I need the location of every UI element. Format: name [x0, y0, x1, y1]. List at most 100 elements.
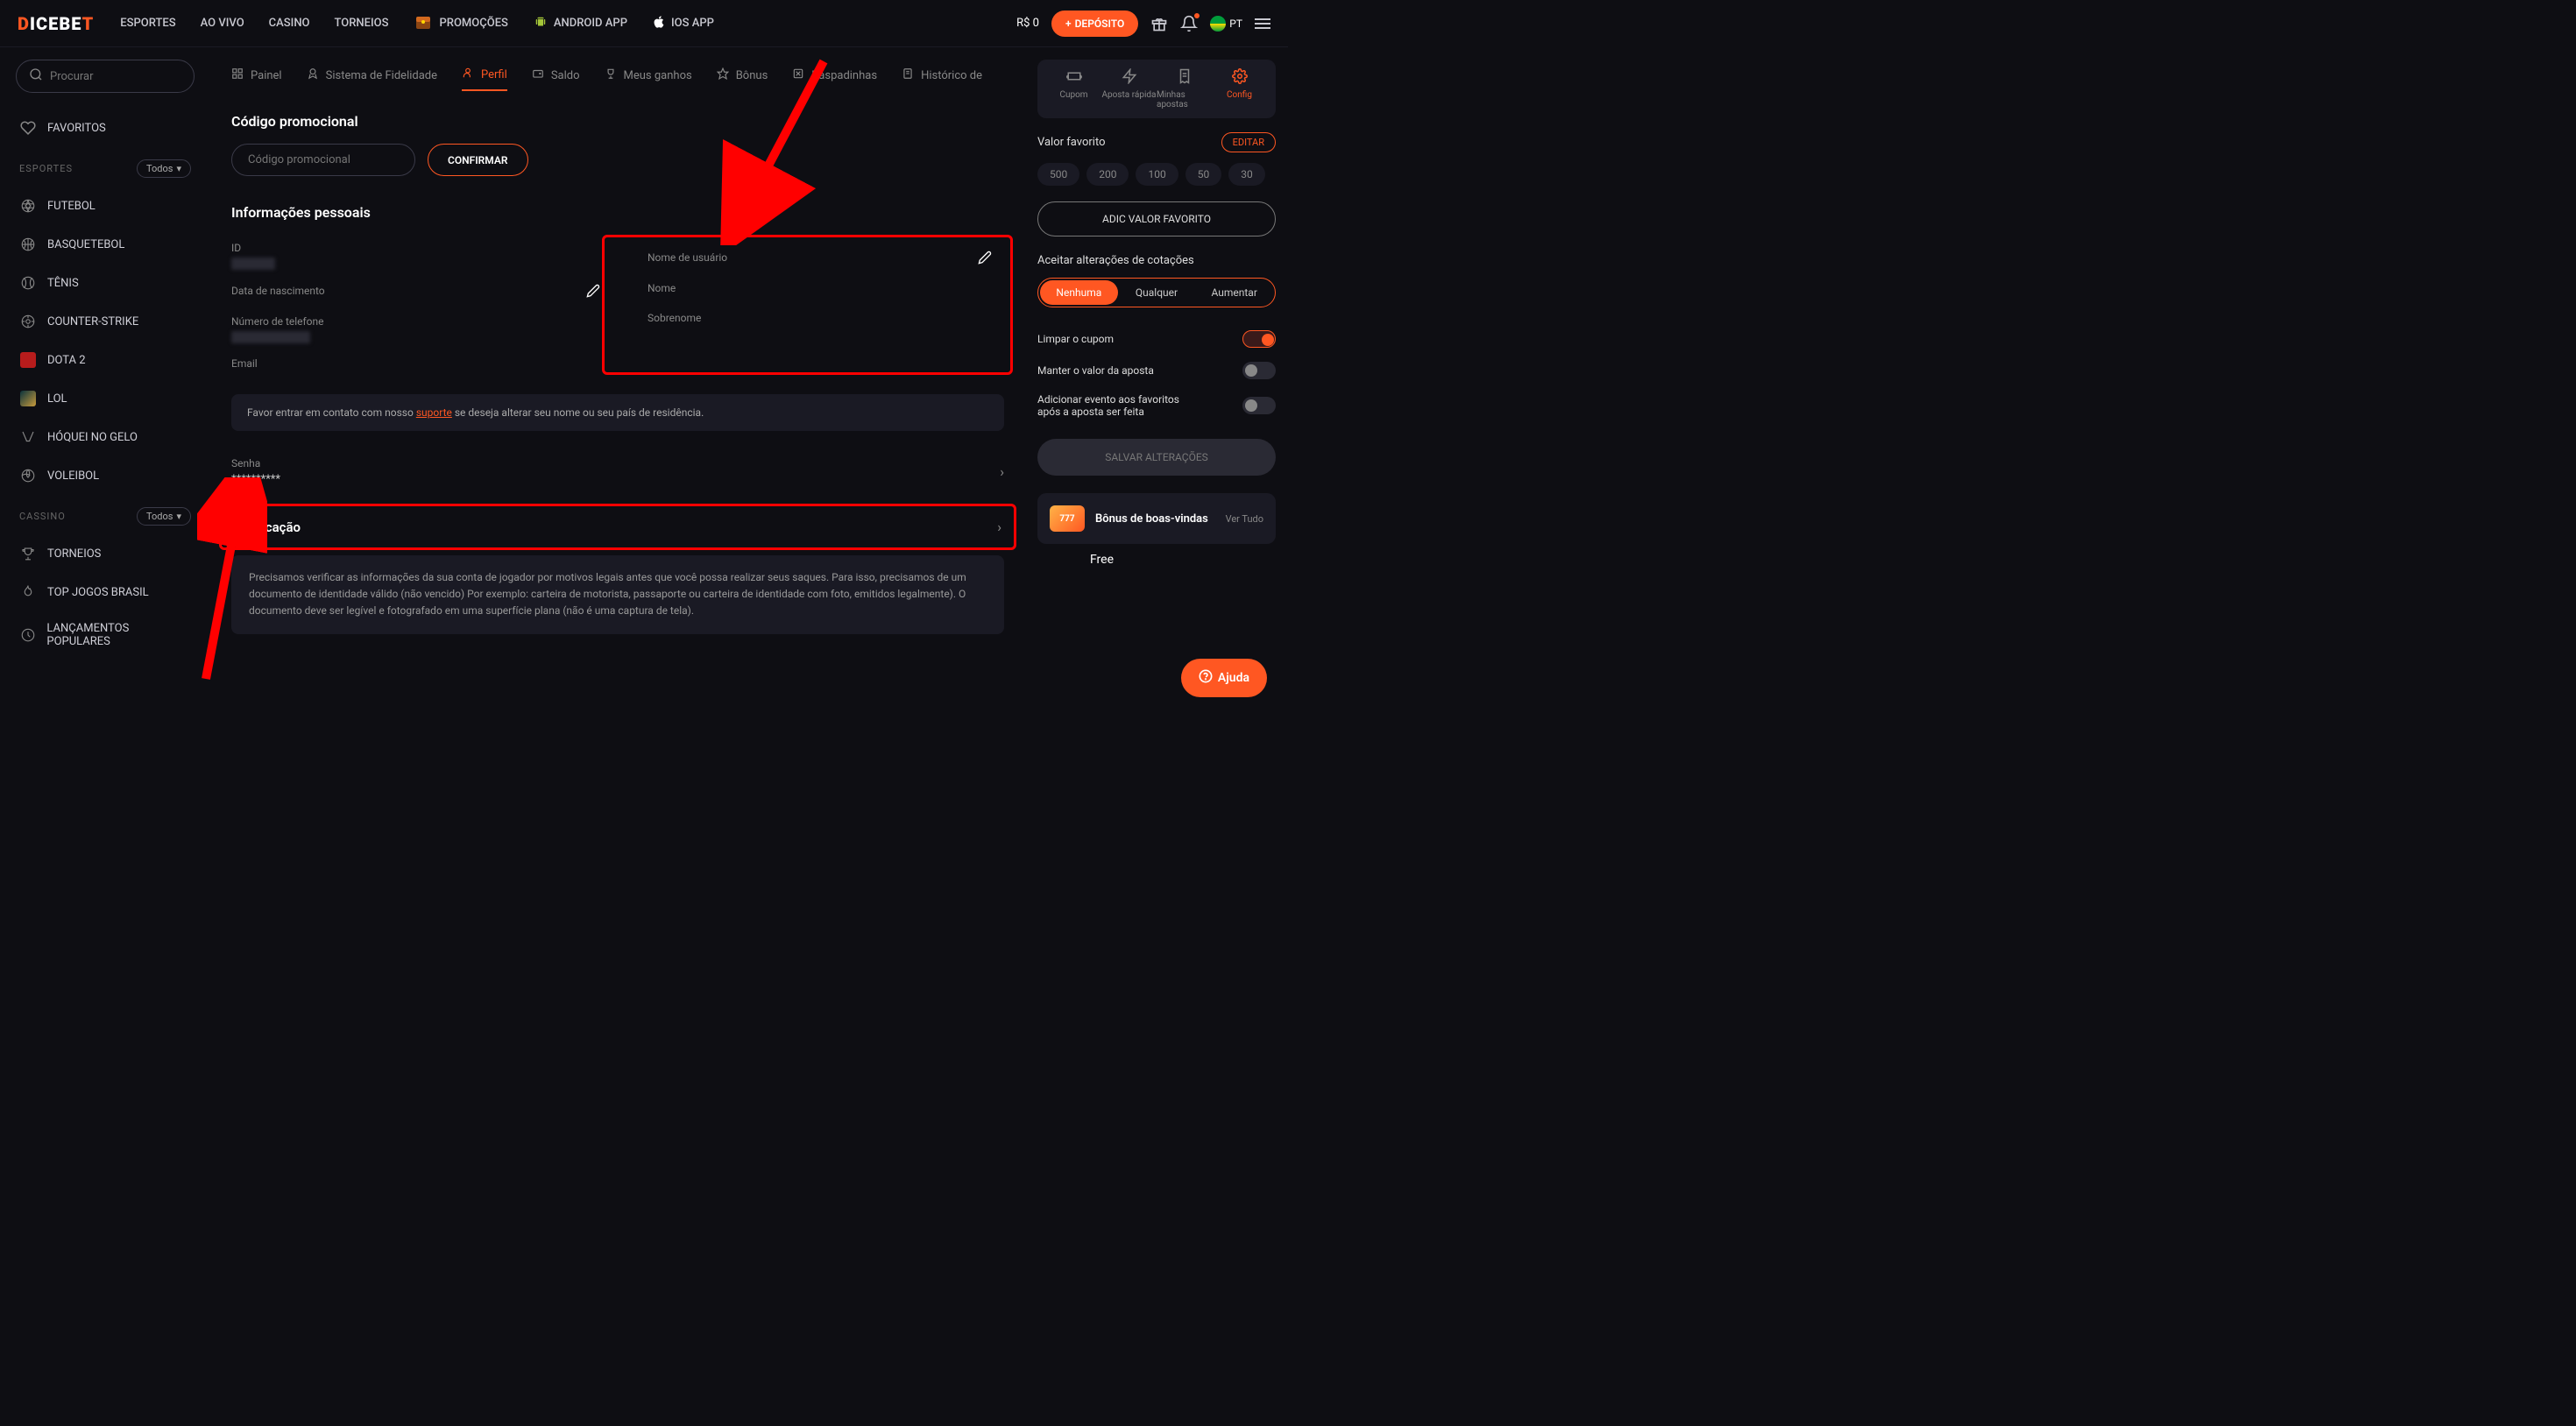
value-phone [231, 331, 310, 343]
promo-input[interactable] [231, 144, 415, 176]
tab-raspadinhas[interactable]: Raspadinhas [792, 60, 877, 91]
filter-todos-esportes[interactable]: Todos ▾ [137, 159, 191, 178]
caret-down-icon: ▾ [176, 163, 181, 174]
chip-100[interactable]: 100 [1136, 163, 1178, 186]
add-fav-button[interactable]: ADIC VALOR FAVORITO [1037, 201, 1276, 236]
label-email: Email [231, 357, 600, 370]
section-cassino: CASSINO [19, 511, 66, 522]
free-label: Free [1037, 553, 1276, 567]
rb-tab-cupom[interactable]: Cupom [1046, 68, 1101, 109]
label-dob: Data de nascimento [231, 285, 325, 297]
seg-nenhuma[interactable]: Nenhuma [1040, 280, 1118, 305]
confirm-button[interactable]: CONFIRMAR [428, 144, 528, 176]
search-box[interactable] [16, 60, 195, 93]
save-button[interactable]: SALVAR ALTERAÇÕES [1037, 439, 1276, 476]
tab-ganhos[interactable]: Meus ganhos [605, 60, 692, 91]
chip-200[interactable]: 200 [1086, 163, 1129, 186]
rb-tab-aposta[interactable]: Aposta rápida [1101, 68, 1157, 109]
star-icon [717, 67, 729, 83]
chevron-right-icon: › [1000, 463, 1004, 480]
chip-30[interactable]: 30 [1228, 163, 1265, 186]
scratch-icon [792, 67, 804, 83]
trophy-icon [605, 67, 617, 83]
sidebar-torneios[interactable]: TORNEIOS [16, 534, 195, 573]
sidebar-favorites[interactable]: FAVORITOS [16, 109, 195, 147]
chevron-right-icon: › [997, 519, 1001, 535]
sidebar-lol[interactable]: LOL [16, 379, 195, 418]
wallet-icon [532, 67, 544, 83]
tab-bonus[interactable]: Bônus [717, 60, 768, 91]
loyalty-icon [307, 67, 319, 83]
deposit-button[interactable]: + DEPÓSITO [1051, 11, 1138, 37]
menu-icon[interactable] [1255, 18, 1270, 29]
tab-perfil[interactable]: Perfil [462, 60, 507, 91]
tab-painel[interactable]: Painel [231, 60, 282, 91]
volleyball-icon [19, 467, 37, 484]
gift-icon[interactable] [1150, 15, 1168, 32]
balance-display: R$ 0 [1016, 17, 1039, 30]
rb-tab-minhas[interactable]: Minhas apostas [1157, 68, 1212, 109]
edit-dob-icon[interactable] [586, 284, 600, 301]
help-icon [1199, 669, 1213, 687]
toggle-keep[interactable] [1242, 362, 1276, 379]
value-id [231, 258, 275, 270]
chip-50[interactable]: 50 [1185, 163, 1222, 186]
nav-casino[interactable]: CASINO [269, 17, 310, 30]
toggle-clear-label: Limpar o cupom [1037, 333, 1114, 345]
soccer-icon [19, 197, 37, 215]
sidebar-basquetebol[interactable]: BASQUETEBOL [16, 225, 195, 264]
nav-esportes[interactable]: ESPORTES [120, 17, 175, 30]
language-selector[interactable]: PT [1210, 16, 1242, 32]
password-row[interactable]: Senha ********** › [231, 445, 1004, 498]
section-esportes: ESPORTES [19, 163, 73, 174]
sidebar-topjogos[interactable]: TOP JOGOS BRASIL [16, 573, 195, 611]
odds-title: Aceitar alterações de cotações [1037, 254, 1276, 267]
nav-torneios[interactable]: TORNEIOS [335, 17, 389, 30]
bolt-icon [1122, 68, 1137, 87]
verification-row[interactable]: Verificação › [234, 515, 1001, 539]
search-input[interactable] [50, 70, 195, 83]
help-button[interactable]: Ajuda [1181, 659, 1267, 697]
seg-qualquer[interactable]: Qualquer [1118, 280, 1196, 305]
toggle-addfav[interactable] [1242, 397, 1276, 414]
edit-fav-button[interactable]: EDITAR [1221, 132, 1276, 152]
sidebar-voleibol[interactable]: VOLEIBOL [16, 456, 195, 495]
tab-historico[interactable]: Histórico de [902, 60, 982, 91]
nav-promocoes[interactable]: PROMOÇÕES [413, 11, 507, 36]
notification-icon[interactable] [1180, 15, 1198, 32]
cs-icon [19, 313, 37, 330]
support-link[interactable]: suporte [416, 406, 452, 419]
nav-aovivo[interactable]: AO VIVO [201, 17, 244, 30]
bonus-vertudo[interactable]: Ver Tudo [1226, 513, 1263, 525]
gear-icon [1232, 68, 1248, 87]
bonus-card[interactable]: 777 Bônus de boas-vindas Ver Tudo [1037, 493, 1276, 544]
logo[interactable]: DICEBET [18, 13, 94, 34]
sidebar-lancamentos[interactable]: LANÇAMENTOS POPULARES [16, 611, 195, 659]
lol-icon [19, 390, 37, 407]
tennis-icon [19, 274, 37, 292]
dota-icon [19, 351, 37, 369]
caret-down-icon: ▾ [176, 511, 181, 522]
nav-android[interactable]: ANDROID APP [533, 14, 627, 33]
tab-fidelidade[interactable]: Sistema de Fidelidade [307, 60, 437, 91]
chip-500[interactable]: 500 [1037, 163, 1079, 186]
label-phone: Número de telefone [231, 315, 600, 328]
fire-icon [19, 583, 37, 601]
toggle-clear[interactable] [1242, 330, 1276, 348]
toggle-keep-label: Manter o valor da aposta [1037, 364, 1154, 377]
rb-tab-config[interactable]: Config [1212, 68, 1267, 109]
hockey-icon [19, 428, 37, 446]
promo-title: Código promocional [231, 113, 1004, 130]
android-icon [533, 14, 548, 33]
sidebar-tenis[interactable]: TÊNIS [16, 264, 195, 302]
tab-saldo[interactable]: Saldo [532, 60, 580, 91]
filter-todos-cassino[interactable]: Todos ▾ [137, 507, 191, 526]
sidebar-hoquei[interactable]: HÓQUEI NO GELO [16, 418, 195, 456]
sidebar-futebol[interactable]: FUTEBOL [16, 187, 195, 225]
sidebar-counterstrike[interactable]: COUNTER-STRIKE [16, 302, 195, 341]
sidebar-dota2[interactable]: DOTA 2 [16, 341, 195, 379]
receipt-icon [1177, 68, 1192, 87]
seg-aumentar[interactable]: Aumentar [1195, 280, 1273, 305]
plus-icon: + [1065, 18, 1072, 30]
nav-ios[interactable]: IOS APP [652, 14, 714, 33]
